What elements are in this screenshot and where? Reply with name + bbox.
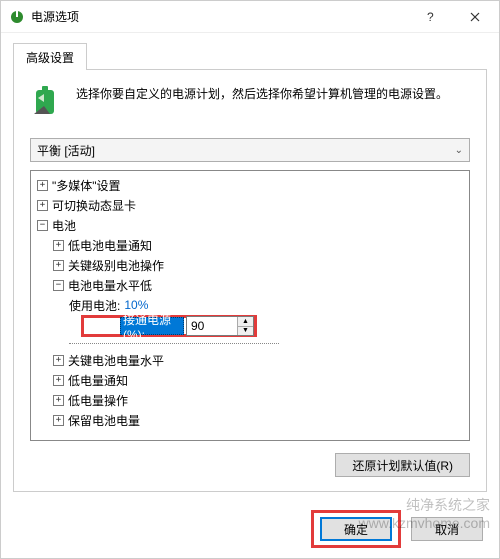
tree-node[interactable]: + 关键电池电量水平	[33, 350, 467, 370]
tree-node-label: 低电量通知	[68, 372, 128, 389]
close-button[interactable]	[453, 2, 497, 32]
ok-highlight: 确定	[311, 510, 401, 548]
battery-icon	[30, 84, 66, 120]
expand-toggle[interactable]: +	[37, 180, 48, 191]
tree-leaf-editing[interactable]: 接通电源(%): ▲ ▼	[81, 315, 257, 337]
dialog-buttons: 确定 取消	[1, 502, 499, 558]
tree-node[interactable]: + 可切换动态显卡	[33, 195, 467, 215]
restore-defaults-button[interactable]: 还原计划默认值(R)	[335, 453, 470, 477]
tree-node-label: 低电量操作	[68, 392, 128, 409]
tab-advanced[interactable]: 高级设置	[13, 43, 87, 70]
plan-select-value: 平衡 [活动]	[37, 142, 95, 159]
tree-node[interactable]: + 低电量通知	[33, 370, 467, 390]
plan-select[interactable]: 平衡 [活动] ⌄	[30, 138, 470, 162]
tree-leaf-label: 使用电池:	[69, 297, 120, 314]
tree-node-label: 可切换动态显卡	[52, 197, 136, 214]
collapse-toggle[interactable]: −	[37, 220, 48, 231]
spin-up-button[interactable]: ▲	[238, 317, 253, 327]
collapse-toggle[interactable]: −	[53, 280, 64, 291]
tabstrip: 高级设置	[13, 41, 487, 69]
tree-node-label: 关键电池电量水平	[68, 352, 164, 369]
tree-node[interactable]: + "多媒体"设置	[33, 175, 467, 195]
expand-toggle[interactable]: +	[53, 395, 64, 406]
expand-toggle[interactable]: +	[53, 355, 64, 366]
tree-node-label: 电池电量水平低	[68, 277, 152, 294]
tree-node-label: 保留电池电量	[68, 412, 140, 429]
client-area: 高级设置 选择你要自定义的电源计划，然后选择你希望计算机管理的电源设置。 平衡 …	[1, 33, 499, 502]
cancel-button[interactable]: 取消	[411, 517, 483, 541]
expand-toggle[interactable]: +	[53, 375, 64, 386]
tree-node[interactable]: + 低电量操作	[33, 390, 467, 410]
expand-toggle[interactable]: +	[53, 415, 64, 426]
tree-node[interactable]: + 低电池电量通知	[33, 235, 467, 255]
value-spinbox[interactable]: ▲ ▼	[186, 316, 254, 336]
tree-node-label: 关键级别电池操作	[68, 257, 164, 274]
titlebar: 电源选项 ?	[1, 1, 499, 33]
tabpanel-advanced: 选择你要自定义的电源计划，然后选择你希望计算机管理的电源设置。 平衡 [活动] …	[13, 69, 487, 492]
tree-node-label: 低电池电量通知	[68, 237, 152, 254]
spin-down-button[interactable]: ▼	[238, 327, 253, 336]
description-text: 选择你要自定义的电源计划，然后选择你希望计算机管理的电源设置。	[76, 84, 448, 106]
selected-label: 接通电源(%):	[120, 317, 184, 335]
settings-tree[interactable]: + "多媒体"设置 + 可切换动态显卡 − 电池 + 低电池电量通知 + 关	[30, 170, 470, 441]
expand-toggle[interactable]: +	[53, 260, 64, 271]
ok-button[interactable]: 确定	[320, 517, 392, 541]
tree-node[interactable]: + 保留电池电量	[33, 410, 467, 430]
app-icon	[9, 9, 25, 25]
tree-node-label: 电池	[52, 217, 76, 234]
svg-text:?: ?	[427, 11, 434, 23]
window-title: 电源选项	[31, 8, 409, 25]
spin-buttons: ▲ ▼	[237, 317, 253, 335]
expand-toggle[interactable]: +	[37, 200, 48, 211]
tree-node[interactable]: + 关键级别电池操作	[33, 255, 467, 275]
separator	[69, 343, 279, 344]
tree-node-label: "多媒体"设置	[52, 177, 121, 194]
chevron-down-icon: ⌄	[455, 145, 463, 156]
power-options-window: 电源选项 ? 高级设置 选择你要自定义的电源计划，然后选择你希望计算机管理的电源…	[0, 0, 500, 559]
tree-node[interactable]: − 电池	[33, 215, 467, 235]
restore-row: 还原计划默认值(R)	[30, 453, 470, 477]
expand-toggle[interactable]: +	[53, 240, 64, 251]
value-input[interactable]	[187, 317, 237, 335]
help-button[interactable]: ?	[409, 2, 453, 32]
tree-node[interactable]: − 电池电量水平低	[33, 275, 467, 295]
description-row: 选择你要自定义的电源计划，然后选择你希望计算机管理的电源设置。	[30, 84, 470, 120]
tree-leaf[interactable]: 使用电池: 10%	[33, 295, 467, 315]
